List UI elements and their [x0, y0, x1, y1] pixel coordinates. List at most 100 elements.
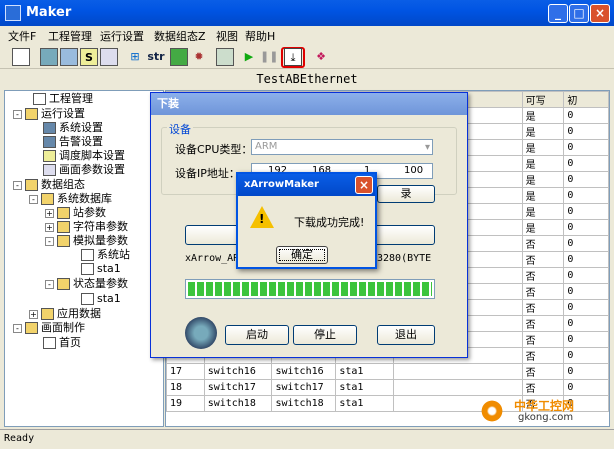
tree-item-screen-params[interactable]: 画面参数设置: [43, 163, 125, 177]
tree-item-screen-design[interactable]: 画面制作: [25, 321, 85, 335]
menu-project[interactable]: 工程管理: [48, 28, 92, 44]
table-cell: 否: [521, 235, 565, 252]
picture-icon: [43, 164, 56, 176]
tree-item-system-station[interactable]: 系统站: [81, 248, 130, 262]
grid-icon[interactable]: [216, 48, 234, 66]
run-icon[interactable]: ▶: [240, 48, 258, 66]
table-cell: 否: [521, 363, 565, 380]
new-doc-icon[interactable]: [12, 48, 30, 66]
table-row[interactable]: 17 switch16 switch16 sta1 否 0: [166, 363, 609, 380]
collapse-icon[interactable]: -: [29, 195, 38, 204]
watermark-url: gkong.com: [518, 412, 574, 423]
tree-item-script-settings[interactable]: 调度脚本设置: [43, 149, 125, 163]
network-icon[interactable]: ⊞: [126, 48, 144, 66]
table-cell: [392, 379, 523, 396]
table-cell: 17: [166, 363, 205, 380]
close-button[interactable]: ×: [590, 4, 610, 23]
table-cell: 0: [563, 299, 609, 316]
tree-item-sta1-analog[interactable]: sta1: [81, 262, 121, 276]
column-header[interactable]: 可写: [521, 91, 565, 108]
login-button[interactable]: 录: [377, 185, 435, 203]
menu-file[interactable]: 文件F: [8, 28, 36, 44]
pause-icon[interactable]: ❚❚: [260, 48, 278, 66]
table-cell: switch17: [203, 379, 273, 396]
table-cell: 0: [563, 283, 609, 300]
collapse-icon[interactable]: -: [13, 110, 22, 119]
menu-view[interactable]: 视图: [216, 28, 238, 44]
status-bar: Ready: [0, 429, 614, 449]
table-cell: switch18: [203, 395, 273, 412]
maximize-button[interactable]: □: [569, 4, 589, 23]
message-close-button[interactable]: ×: [355, 176, 373, 194]
table-cell: 0: [563, 379, 609, 396]
window-title: Maker: [26, 5, 72, 20]
tree-item-alarm-settings[interactable]: 告警设置: [43, 135, 103, 149]
project-tree: 工程管理 - 运行设置 系统设置 告警设置 调度脚本设置 画面参数设置 - 数据…: [4, 90, 164, 427]
book-icon[interactable]: ❖: [312, 48, 330, 66]
menu-data-config[interactable]: 数据组态Z: [154, 28, 206, 44]
table-cell: 0: [563, 235, 609, 252]
bug-icon[interactable]: ✹: [190, 48, 208, 66]
tree-item-sta1-status[interactable]: sta1: [81, 292, 121, 306]
column-header[interactable]: 初: [563, 91, 609, 108]
ip-label: 设备IP地址：: [175, 167, 240, 180]
tree-item-app-data[interactable]: 应用数据: [41, 307, 101, 321]
table-cell: sta1: [335, 363, 394, 380]
tree-item-station-params[interactable]: 站参数: [57, 206, 106, 220]
expand-icon[interactable]: +: [29, 310, 38, 319]
tree-item-home-page[interactable]: 首页: [43, 336, 81, 350]
table-cell: 否: [521, 251, 565, 268]
tree-item-data-config[interactable]: 数据组态: [25, 178, 85, 192]
expand-icon[interactable]: +: [45, 223, 54, 232]
monitor-icon[interactable]: [40, 48, 58, 66]
table-cell: switch18: [271, 395, 337, 412]
exit-button[interactable]: 退出: [377, 325, 435, 345]
folder-icon: [57, 221, 70, 233]
folder-icon: [25, 179, 38, 191]
expand-icon[interactable]: +: [45, 209, 54, 218]
table-cell: 否: [521, 299, 565, 316]
screen-icon[interactable]: [60, 48, 78, 66]
tree-item-string-params[interactable]: 字符串参数: [57, 220, 128, 234]
table-cell: 0: [563, 267, 609, 284]
gear-logo-icon: [185, 317, 217, 349]
string-icon[interactable]: str: [146, 48, 166, 66]
collapse-icon[interactable]: -: [45, 237, 54, 246]
collapse-icon[interactable]: -: [13, 324, 22, 333]
table-cell: switch16: [203, 363, 273, 380]
table-cell: 0: [563, 331, 609, 348]
table-cell: [392, 363, 523, 380]
table-cell: 0: [563, 251, 609, 268]
menu-help[interactable]: 帮助H: [245, 28, 275, 44]
table-cell: 0: [563, 155, 609, 172]
tree-item-run-settings[interactable]: 运行设置: [25, 107, 85, 121]
tree-item-system-db[interactable]: 系统数据库: [41, 192, 112, 206]
tree-item-analog-params[interactable]: 模拟量参数: [57, 234, 128, 248]
table-cell: 0: [563, 107, 609, 124]
script-icon[interactable]: S: [80, 48, 98, 66]
cpu-select[interactable]: ARM ▾: [251, 139, 433, 155]
table-cell: sta1: [335, 395, 394, 412]
tree-item-project[interactable]: 工程管理: [33, 92, 93, 106]
cpu-label: 设备CPU类型：: [175, 143, 253, 156]
table-cell: 否: [521, 379, 565, 396]
table-cell: 0: [563, 315, 609, 332]
table-cell: 是: [521, 123, 565, 140]
ok-button[interactable]: 确定: [276, 246, 328, 264]
table-cell: switch17: [271, 379, 337, 396]
tree-item-system-settings[interactable]: 系统设置: [43, 121, 103, 135]
stop-button[interactable]: 停止: [293, 325, 357, 345]
collapse-icon[interactable]: -: [45, 280, 54, 289]
picture-icon[interactable]: [100, 48, 118, 66]
chart-icon[interactable]: [170, 48, 188, 66]
menu-run-settings[interactable]: 运行设置: [100, 28, 144, 44]
collapse-icon[interactable]: -: [13, 181, 22, 190]
start-button[interactable]: 启动: [225, 325, 289, 345]
table-row[interactable]: 18 switch17 switch17 sta1 否 0: [166, 379, 609, 396]
minimize-button[interactable]: _: [548, 4, 568, 23]
chevron-down-icon: ▾: [424, 142, 430, 153]
tree-item-status-params[interactable]: 状态量参数: [57, 277, 128, 291]
table-cell: 0: [563, 123, 609, 140]
download-icon[interactable]: ⤓: [284, 48, 302, 66]
monitor-icon: [43, 136, 56, 148]
